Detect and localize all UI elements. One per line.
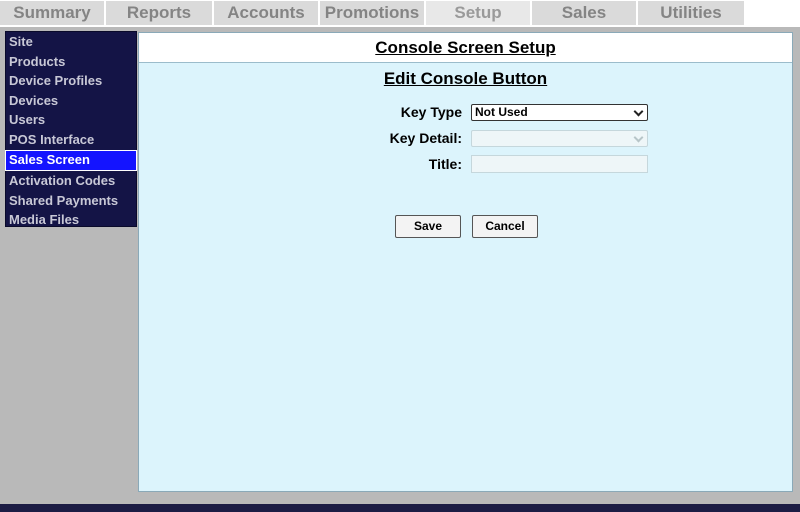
bottom-bar [0,504,800,512]
title-input[interactable] [471,155,648,173]
tab-sales[interactable]: Sales [532,1,636,25]
tab-accounts[interactable]: Accounts [214,1,318,25]
content-panel: Console Screen Setup Edit Console Button… [138,32,793,492]
sidebar-item-activation-codes[interactable]: Activation Codes [6,171,136,191]
chevron-down-icon [633,106,644,117]
sidebar-item-products[interactable]: Products [6,52,136,72]
key-type-label: Key Type [400,104,462,120]
chevron-down-icon [633,132,644,143]
save-button[interactable]: Save [395,215,461,238]
tab-setup[interactable]: Setup [426,1,530,25]
tab-reports[interactable]: Reports [106,1,212,25]
key-type-select[interactable]: Not Used [471,104,648,121]
tab-utilities[interactable]: Utilities [638,1,744,25]
cancel-button[interactable]: Cancel [472,215,538,238]
sidebar: Site Products Device Profiles Devices Us… [5,31,137,227]
section-title: Edit Console Button [383,69,548,88]
tab-promotions[interactable]: Promotions [320,1,424,25]
title-label: Title: [428,156,462,172]
sidebar-item-pos-interface[interactable]: POS Interface [6,130,136,150]
key-type-value: Not Used [475,105,528,119]
sidebar-item-devices[interactable]: Devices [6,91,136,111]
page-title: Console Screen Setup [139,33,792,63]
key-detail-label: Key Detail: [389,130,462,146]
key-detail-select[interactable] [471,130,648,147]
sidebar-item-users[interactable]: Users [6,110,136,130]
tab-summary[interactable]: Summary [0,1,104,25]
sidebar-item-sales-screen[interactable]: Sales Screen [5,149,137,172]
top-navigation: Summary Reports Accounts Promotions Setu… [0,0,800,27]
sidebar-item-shared-payments[interactable]: Shared Payments [6,191,136,211]
sidebar-item-media-files[interactable]: Media Files [6,210,136,230]
sidebar-item-site[interactable]: Site [6,32,136,52]
sidebar-item-device-profiles[interactable]: Device Profiles [6,71,136,91]
